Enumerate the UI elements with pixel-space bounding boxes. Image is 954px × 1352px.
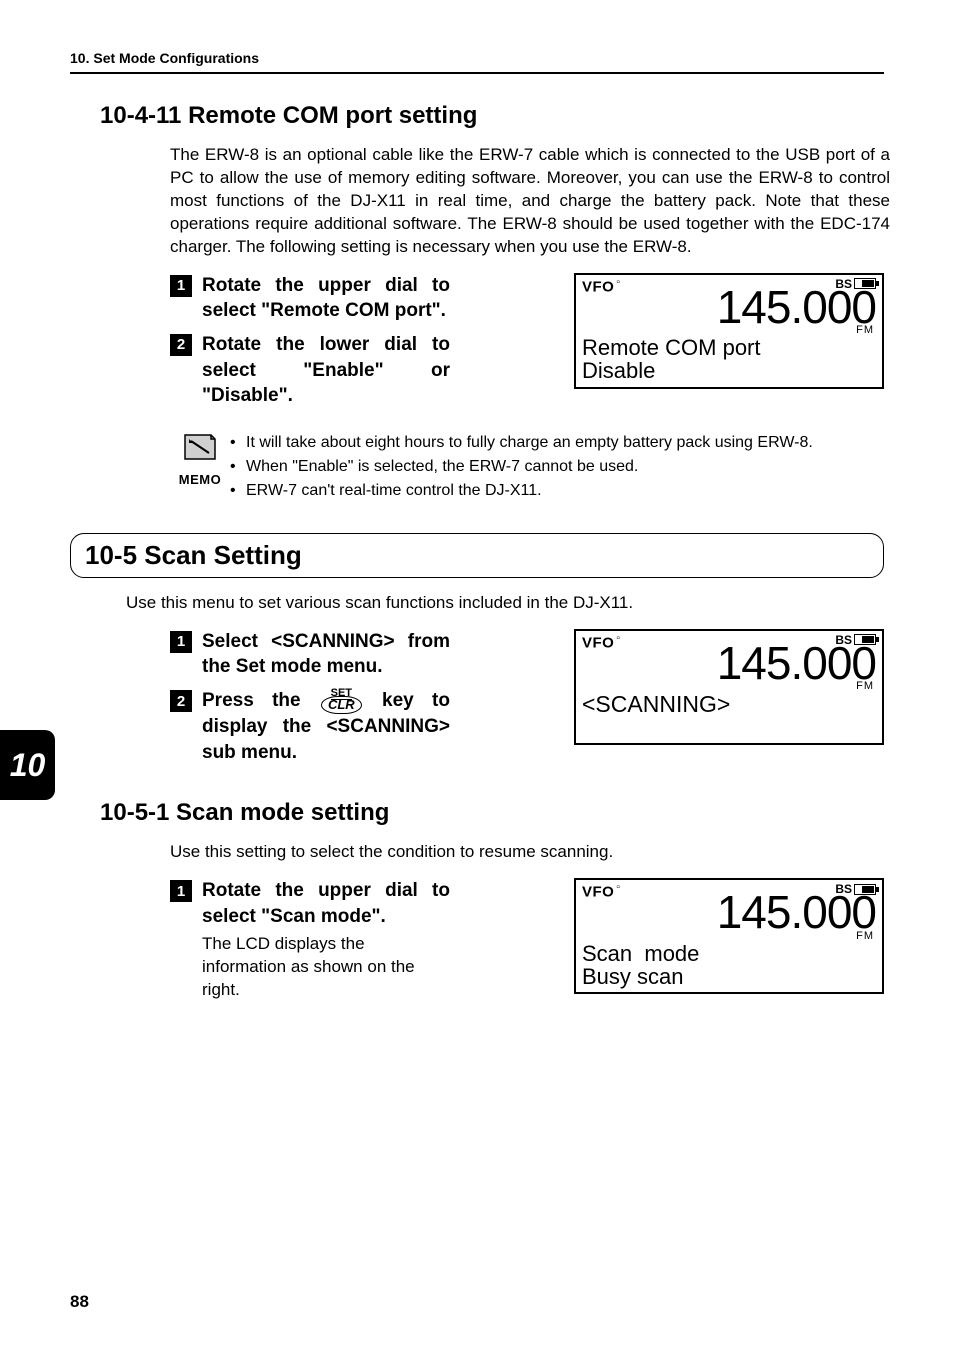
step-number-1c: 1 [170, 880, 192, 902]
heading-10-4-11: 10-4-11 Remote COM port setting [100, 102, 884, 130]
memo-item-2: When "Enable" is selected, the ERW-7 can… [246, 455, 638, 479]
m-icon-3: ▫ [616, 882, 620, 893]
scan-setting-box: 10-5 Scan Setting [70, 533, 884, 578]
lcd-vfo: VFO [582, 278, 614, 295]
lcd-freq: 145.000 [582, 287, 876, 328]
step-number-1b: 1 [170, 631, 192, 653]
page-header: 10. Set Mode Configurations [70, 50, 884, 74]
side-tab-10: 10 [0, 730, 55, 800]
clr-key-icon: CLR [321, 696, 362, 714]
header-text: 10. Set Mode Configurations [70, 50, 259, 66]
step-1-text: Rotate the upper dial to select "Remote … [202, 273, 450, 324]
step-2-row: 2 Rotate the lower dial to select "Enabl… [170, 332, 450, 409]
lcd-scanning: VFO▫ BS 145.000 FM <SCANNING> [574, 629, 884, 745]
lcd-line1: Remote COM port [582, 336, 876, 359]
memo-icon [181, 431, 219, 463]
heading-10-5-1: 10-5-1 Scan mode setting [100, 799, 884, 827]
steps-lcd-row-2: 1 Select <SCANNING> from the Set mode me… [70, 629, 884, 765]
step-1-row: 1 Rotate the upper dial to select "Remot… [170, 273, 450, 324]
s105-step-2-row: 2 Press the SETCLR key to display the <S… [170, 688, 450, 765]
steps-lcd-row-3: 1 Rotate the upper dial to select "Scan … [70, 878, 884, 1002]
step-number-2b: 2 [170, 690, 192, 712]
step-number-2: 2 [170, 334, 192, 356]
s1051-step-1-sub: The LCD displays the information as show… [202, 933, 450, 1002]
m-icon: ▫ [616, 277, 620, 288]
steps-lcd-row-1: 1 Rotate the upper dial to select "Remot… [70, 273, 884, 409]
body-10-4-11: The ERW-8 is an optional cable like the … [170, 144, 890, 259]
lcd3-freq: 145.000 [582, 892, 876, 933]
lcd-scan-mode: VFO▫ BS 145.000 FM Scan mode Busy scan [574, 878, 884, 994]
s1051-step-1-text: Rotate the upper dial to select "Scan mo… [202, 878, 450, 929]
intro-10-5-1: Use this setting to select the condition… [170, 841, 890, 864]
memo-list: •It will take about eight hours to fully… [230, 431, 813, 503]
step-2-text: Rotate the lower dial to select "Enable"… [202, 332, 450, 409]
memo-item-1: It will take about eight hours to fully … [246, 431, 813, 455]
intro-10-5: Use this menu to set various scan functi… [126, 592, 846, 615]
memo-block: MEMO •It will take about eight hours to … [170, 431, 884, 503]
heading-10-5: 10-5 Scan Setting [85, 540, 302, 570]
lcd-remote-com: VFO▫ BS 145.000 FM Remote COM port Disab… [574, 273, 884, 389]
step-number-1: 1 [170, 275, 192, 297]
lcd3-vfo: VFO [582, 883, 614, 900]
page-number: 88 [70, 1292, 89, 1312]
lcd-line2: Disable [582, 359, 876, 382]
battery-icon-2 [854, 634, 876, 645]
lcd2-line1: <SCANNING> [582, 692, 876, 716]
lcd3-line2: Busy scan [582, 965, 876, 988]
m-icon-2: ▫ [616, 633, 620, 644]
s105-step-1-row: 1 Select <SCANNING> from the Set mode me… [170, 629, 450, 680]
battery-icon [854, 278, 876, 289]
lcd2-vfo: VFO [582, 634, 614, 651]
memo-item-3: ERW-7 can't real-time control the DJ-X11… [246, 479, 542, 503]
lcd2-freq: 145.000 [582, 643, 876, 684]
s105-step-1-text: Select <SCANNING> from the Set mode menu… [202, 629, 450, 680]
s105-step-2-text: Press the SETCLR key to display the <SCA… [202, 688, 450, 765]
battery-icon-3 [854, 884, 876, 895]
lcd3-line1: Scan mode [582, 942, 876, 965]
s1051-step-1-row: 1 Rotate the upper dial to select "Scan … [170, 878, 450, 1002]
memo-label: MEMO [170, 472, 230, 487]
